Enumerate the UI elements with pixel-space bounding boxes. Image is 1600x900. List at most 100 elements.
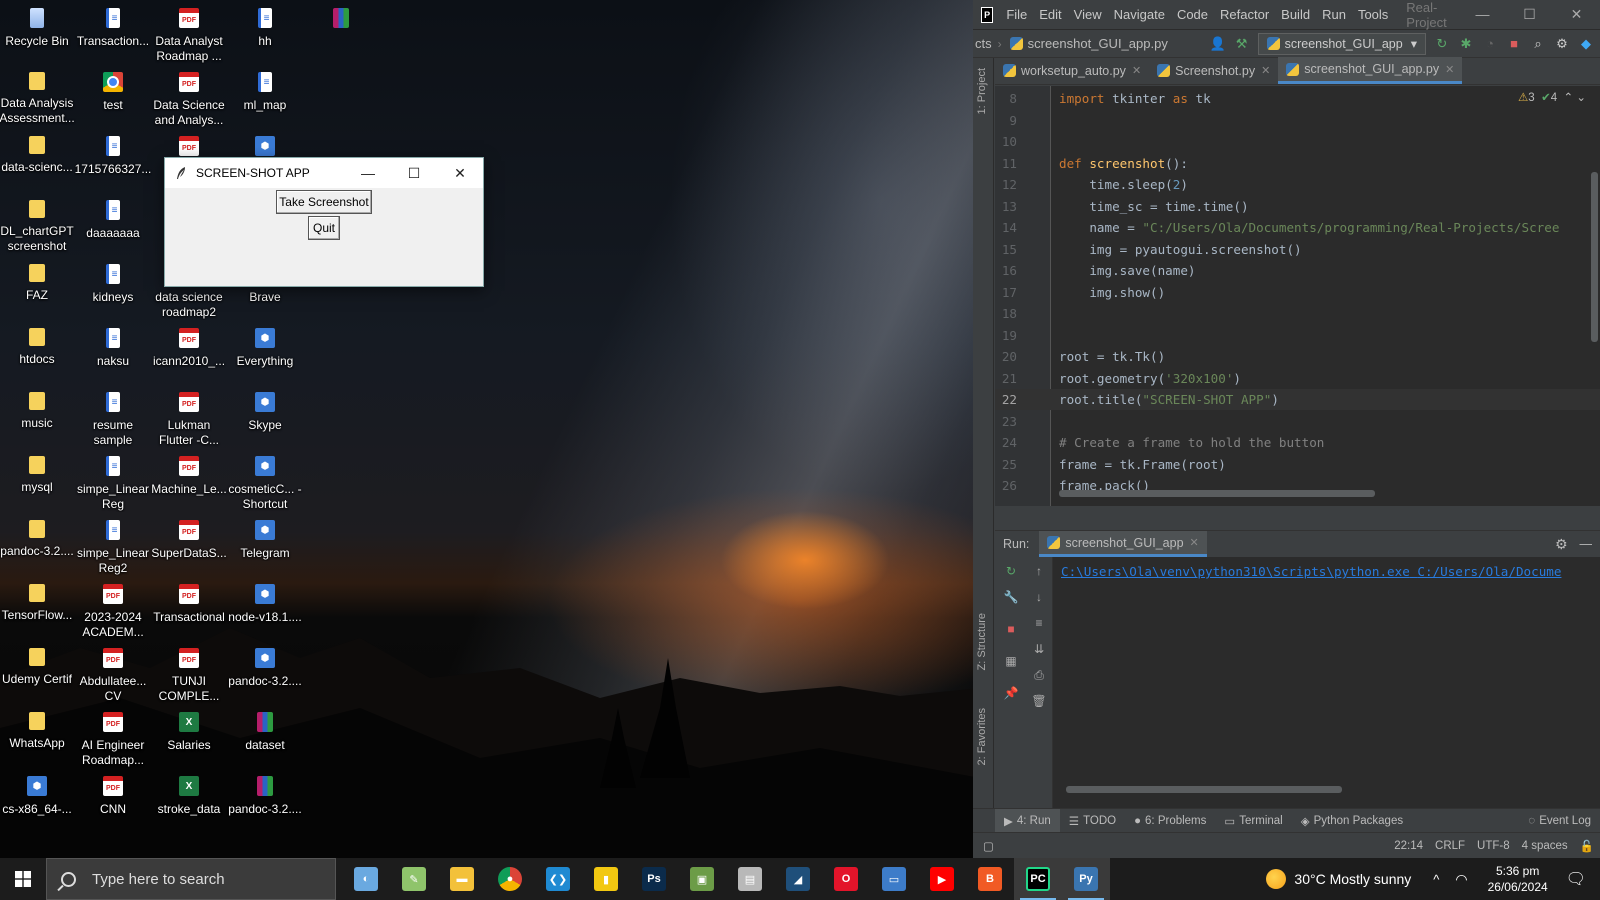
editor-horizontal-scrollbar[interactable]: [1059, 490, 1375, 497]
line-separator[interactable]: CRLF: [1429, 840, 1471, 852]
desktop-icon[interactable]: ≡ Transaction...: [76, 4, 150, 49]
ide-minimize-button[interactable]: —: [1459, 6, 1506, 23]
taskbar-app-power-bi[interactable]: ▮: [582, 858, 630, 900]
file-encoding[interactable]: UTF-8: [1471, 840, 1516, 852]
desktop-icon[interactable]: PDF Lukman Flutter -C...: [152, 388, 226, 448]
settings-gear-icon[interactable]: ⚙: [1555, 536, 1568, 553]
code-line[interactable]: 25 frame = tk.Frame(root): [995, 454, 1600, 475]
desktop-icon[interactable]: ⬢ cs-x86_64-...: [0, 772, 74, 817]
desktop-icon[interactable]: ⬢ Skype: [228, 388, 302, 433]
desktop-icon[interactable]: ⬢ node-v18.1....: [228, 580, 302, 625]
chevron-up-icon[interactable]: ⌃: [1564, 92, 1574, 104]
rerun-icon[interactable]: ↻: [1434, 36, 1450, 52]
pin-icon[interactable]: 📌: [1003, 685, 1019, 701]
stop-icon[interactable]: ■: [1506, 36, 1522, 52]
desktop-icon[interactable]: ≡ resume sample: [76, 388, 150, 448]
desktop-icon[interactable]: ≡ daaaaaaa: [76, 196, 150, 241]
desktop-icon[interactable]: ≡ 1715766327...: [75, 132, 151, 177]
menu-run[interactable]: Run: [1316, 7, 1352, 22]
tool-tab-event-log[interactable]: ◌ Event Log: [1519, 815, 1600, 827]
desktop-icon[interactable]: ≡ naksu: [76, 324, 150, 369]
menu-navigate[interactable]: Navigate: [1108, 7, 1171, 22]
taskbar-app-edge-beta[interactable]: ◐: [342, 858, 390, 900]
weather-widget[interactable]: 30°C Mostly sunny: [1266, 869, 1411, 889]
editor-vertical-scrollbar[interactable]: [1591, 172, 1598, 342]
code-line[interactable]: 20 root = tk.Tk(): [995, 346, 1600, 367]
screenshot-app-window[interactable]: SCREEN-SHOT APP — ☐ ✕ Take Screenshot Qu…: [164, 157, 484, 287]
tool-tab-run[interactable]: ▶ 4: Run: [995, 808, 1060, 833]
taskbar-app-python[interactable]: Py: [1062, 858, 1110, 900]
tool-tab-problems[interactable]: ● 6: Problems: [1125, 815, 1215, 827]
desktop-icon[interactable]: PDF Machine_Le...: [151, 452, 227, 497]
code-line[interactable]: 17 img.show(): [995, 282, 1600, 303]
taskbar-app-mysql-workbench[interactable]: ◢: [774, 858, 822, 900]
code-line[interactable]: 18: [995, 303, 1600, 324]
caret-position[interactable]: 22:14: [1388, 840, 1429, 852]
taskbar-app-chrome[interactable]: ●: [486, 858, 534, 900]
desktop-icon[interactable]: PDF 2023-2024 ACADEM...: [76, 580, 150, 640]
trash-icon[interactable]: 🗑: [1031, 693, 1047, 709]
toggle-tool-windows-icon[interactable]: ▢: [977, 839, 1000, 853]
run-output[interactable]: C:\Users\Ola\venv\python310\Scripts\pyth…: [1061, 564, 1587, 579]
ide-maximize-button[interactable]: ☐: [1506, 6, 1553, 23]
desktop-icon[interactable]: Data Analysis Assessment...: [0, 68, 75, 126]
code-line[interactable]: 19: [995, 325, 1600, 346]
code-editor[interactable]: 8 import tkinter as tk 9 10 11 def screenshot…: [995, 86, 1600, 506]
menu-file[interactable]: File: [1000, 7, 1033, 22]
desktop-icon[interactable]: ≡ ml_map: [228, 68, 302, 113]
close-icon[interactable]: ✕: [1190, 536, 1199, 549]
run-output-exe-link[interactable]: C:\Users\Ola\venv\python310\Scripts\pyth…: [1061, 564, 1410, 579]
taskbar-app-manager[interactable]: ▣: [678, 858, 726, 900]
desktop-icon[interactable]: ⬢ Everything: [228, 324, 302, 369]
minimize-button[interactable]: —: [345, 158, 391, 188]
desktop-icon[interactable]: Udemy Certif: [0, 644, 74, 687]
arrow-down-icon[interactable]: ↓: [1031, 589, 1047, 605]
code-line[interactable]: 11 def screenshot():: [995, 153, 1600, 174]
menu-code[interactable]: Code: [1171, 7, 1214, 22]
jetbrains-toolbox-icon[interactable]: ◆: [1578, 36, 1594, 52]
desktop-icon[interactable]: test: [76, 68, 150, 113]
run-tab[interactable]: screenshot_GUI_app ✕: [1039, 531, 1207, 557]
breadcrumb-file[interactable]: screenshot_GUI_app.py: [1009, 36, 1168, 51]
taskbar-app-remote-desktop[interactable]: ▭: [870, 858, 918, 900]
take-screenshot-button[interactable]: Take Screenshot: [276, 190, 372, 214]
desktop-icon[interactable]: ⬢ pandoc-3.2....: [228, 644, 302, 689]
notification-icon[interactable]: 🗨: [1566, 869, 1586, 889]
menu-tools[interactable]: Tools: [1352, 7, 1394, 22]
code-line[interactable]: 12 time.sleep(2): [995, 174, 1600, 195]
rerun-icon[interactable]: ↻: [1003, 563, 1019, 579]
screenshot-app-titlebar[interactable]: SCREEN-SHOT APP — ☐ ✕: [165, 158, 483, 188]
favorites-tool-tab[interactable]: 2: Favorites: [976, 708, 988, 765]
menu-view[interactable]: View: [1068, 7, 1108, 22]
show-hidden-icons-chevron-icon[interactable]: ^: [1433, 872, 1439, 887]
desktop-icon[interactable]: mysql: [0, 452, 74, 495]
desktop-icon[interactable]: PDF Data Analyst Roadmap ...: [152, 4, 226, 64]
arrow-up-icon[interactable]: ↑: [1031, 563, 1047, 579]
taskbar-app-brave[interactable]: B: [966, 858, 1014, 900]
editor-tab[interactable]: worksetup_auto.py ✕: [995, 57, 1149, 84]
menu-refactor[interactable]: Refactor: [1214, 7, 1275, 22]
run-horizontal-scrollbar[interactable]: [1066, 786, 1342, 793]
desktop-icon[interactable]: dataset: [228, 708, 302, 753]
desktop-icon[interactable]: PDF TUNJI COMPLE...: [152, 644, 226, 704]
pycharm-window[interactable]: P File Edit View Navigate Code Refactor Build R…: [973, 0, 1600, 858]
pycharm-logo-icon[interactable]: P: [981, 6, 994, 23]
desktop-icon[interactable]: PDF icann2010_...: [152, 324, 226, 369]
code-line[interactable]: 21 root.geometry('320x100'): [995, 368, 1600, 389]
code-line[interactable]: 22 root.title("SCREEN-SHOT APP"): [995, 389, 1600, 410]
desktop-icon[interactable]: PDF Abdullatee... CV: [76, 644, 150, 704]
desktop-icon[interactable]: music: [0, 388, 74, 431]
close-icon[interactable]: ✕: [1445, 63, 1454, 76]
editor-tab[interactable]: screenshot_GUI_app.py ✕: [1278, 57, 1463, 84]
code-line[interactable]: 24 # Create a frame to hold the button: [995, 432, 1600, 453]
desktop-icon[interactable]: TensorFlow...: [0, 580, 74, 623]
code-line[interactable]: 16 img.save(name): [995, 260, 1600, 281]
desktop-icon[interactable]: ≡ simpe_Linear Reg: [76, 452, 150, 512]
breadcrumb-project[interactable]: cts: [975, 36, 992, 51]
desktop-icon[interactable]: PDF SuperDataS...: [151, 516, 227, 561]
desktop-icon[interactable]: PDF AI Engineer Roadmap...: [76, 708, 150, 768]
taskbar-app-notepad[interactable]: ✎: [390, 858, 438, 900]
code-line[interactable]: 23: [995, 411, 1600, 432]
desktop-icon[interactable]: Recycle Bin: [0, 4, 74, 49]
build-hammer-icon[interactable]: ⚒: [1234, 36, 1250, 52]
